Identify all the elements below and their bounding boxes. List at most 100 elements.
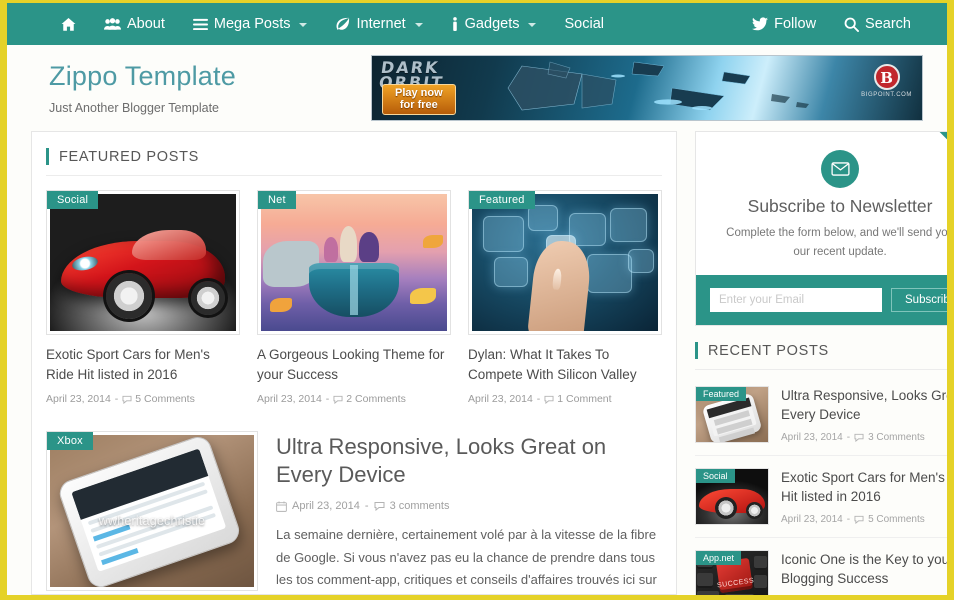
comment-count: 5 Comments — [868, 513, 925, 525]
ad-sponsor-logo: B BIGPOINT.COM — [861, 64, 912, 98]
recent-post-body: Ultra Responsive, Looks Great on Every D… — [781, 386, 947, 443]
nav-item-internet[interactable]: Internet — [321, 3, 436, 45]
section-accent-bar — [46, 148, 49, 165]
nav-item-gadgets[interactable]: Gadgets — [437, 3, 551, 45]
category-badge[interactable]: Featured — [696, 387, 747, 402]
featured-post-card: Net A Gorgeous Looking Theme for your Su… — [257, 190, 451, 405]
nav-label-mega-posts: Mega Posts — [213, 16, 291, 32]
section-accent-bar — [695, 342, 698, 360]
category-badge[interactable]: Social — [47, 191, 99, 209]
post-date: April 23, 2014 — [468, 393, 533, 406]
site-title: Zippo Template — [49, 61, 236, 92]
recent-post-thumbnail[interactable]: Social — [695, 468, 769, 526]
post-date: April 23, 2014 — [257, 393, 322, 406]
image-watermark: wwheritagechristie — [98, 514, 206, 529]
search-icon — [844, 17, 859, 32]
meta-separator: - — [364, 500, 369, 513]
recent-post-title[interactable]: Iconic One is the Key to your Blogging S… — [781, 550, 947, 588]
twitter-icon — [752, 17, 769, 31]
post-date: April 23, 2014 — [46, 393, 111, 406]
comment-count-wrap: 5 Comments — [122, 393, 195, 405]
meta-separator: - — [536, 393, 541, 406]
featured-post-thumbnail[interactable]: Net — [257, 190, 451, 335]
recent-post-thumbnail[interactable]: App.net SUCCESS — [695, 550, 769, 595]
red-sports-car-photo — [50, 194, 236, 331]
comment-count: 3 comments — [389, 500, 450, 513]
ad-cta-line1: Play now — [395, 86, 443, 99]
category-badge[interactable]: Featured — [469, 191, 535, 209]
animated-boat-movie-photo — [261, 194, 447, 331]
main-post-body: Ultra Responsive, Looks Great on Every D… — [276, 431, 662, 595]
featured-post-meta: April 23, 2014 - 5 Comments — [46, 393, 240, 405]
submit-ribbon: SUBMIT — [922, 132, 947, 191]
featured-post-title[interactable]: A Gorgeous Looking Theme for your Succes… — [257, 345, 451, 384]
featured-post-card: Featured Dylan: What It Takes To Compete… — [468, 190, 662, 405]
nav-item-about[interactable]: About — [90, 3, 179, 45]
nav-label-gadgets: Gadgets — [464, 16, 520, 32]
sponsor-name: BIGPOINT.COM — [861, 92, 912, 98]
recent-post-body: Iconic One is the Key to your Blogging S… — [781, 550, 947, 600]
finger-touch-interface-photo — [472, 194, 658, 331]
featured-post-card: Social Exotic Sport Cars for Men's Ride … — [46, 190, 240, 405]
brand-block[interactable]: Zippo Template Just Another Blogger Temp… — [49, 61, 236, 114]
nav-item-follow[interactable]: Follow — [738, 3, 830, 45]
main-column: FEATURED POSTS Social Exotic Sport Cars … — [31, 131, 677, 595]
ad-play-now-button[interactable]: Play now for free — [382, 83, 456, 115]
featured-post-title[interactable]: Exotic Sport Cars for Men's Ride Hit lis… — [46, 345, 240, 384]
featured-post-thumbnail[interactable]: Social — [46, 190, 240, 335]
email-input[interactable] — [710, 288, 882, 313]
content-area: FEATURED POSTS Social Exotic Sport Cars … — [7, 131, 947, 595]
meta-separator: - — [114, 393, 119, 406]
recent-posts-title: RECENT POSTS — [708, 342, 829, 359]
calendar-icon — [276, 501, 287, 512]
main-post-excerpt: La semaine dernière, certainement volé p… — [276, 527, 657, 595]
comment-count: 2 Comments — [346, 393, 406, 406]
comment-count: No Comments — [868, 596, 932, 600]
post-date: April 23, 2014 — [781, 513, 843, 525]
main-post: Xbox wwheritagechristie Ultra Responsive… — [46, 431, 662, 595]
page-frame: About Mega Posts Internet Gadgets Social… — [0, 0, 954, 600]
meta-separator: - — [846, 513, 851, 525]
newsletter-title: Subscribe to Newsletter — [747, 196, 933, 216]
nav-item-home[interactable] — [47, 17, 90, 32]
category-badge[interactable]: App.net — [696, 551, 742, 566]
featured-posts-heading: FEATURED POSTS — [46, 148, 662, 176]
comment-bubble-icon — [122, 395, 132, 404]
category-badge[interactable]: Social — [696, 469, 735, 484]
main-post-meta: April 23, 2014 - 3 comments — [276, 500, 662, 512]
main-navigation: About Mega Posts Internet Gadgets Social… — [7, 3, 947, 45]
featured-post-thumbnail[interactable]: Featured — [468, 190, 662, 335]
featured-post-title[interactable]: Dylan: What It Takes To Compete With Sil… — [468, 345, 662, 384]
chevron-down-icon — [528, 23, 537, 27]
meta-separator: - — [847, 596, 850, 600]
recent-post-thumbnail[interactable]: Featured — [695, 386, 769, 444]
post-date: April 23, 2014 — [781, 431, 843, 443]
ad-banner[interactable]: DARK ORBIT Play now for free B BIGPOINT.… — [371, 55, 923, 121]
recent-post-body: Exotic Sport Cars for Men's Ride Hit lis… — [781, 468, 947, 525]
nav-item-search[interactable]: Search — [830, 3, 925, 45]
comment-count-wrap: 2 Comments — [333, 393, 406, 405]
info-mobile-icon — [451, 17, 459, 31]
bars-icon — [192, 18, 208, 31]
nav-item-social[interactable]: Social — [550, 3, 618, 45]
main-post-title[interactable]: Ultra Responsive, Looks Great on Every D… — [276, 433, 662, 489]
category-badge[interactable]: Net — [258, 191, 296, 209]
recent-post-title[interactable]: Ultra Responsive, Looks Great on Every D… — [781, 386, 947, 424]
nav-label-search: Search — [865, 16, 911, 32]
subscribe-button[interactable]: Subscribe — [891, 288, 947, 313]
recent-post-title[interactable]: Exotic Sport Cars for Men's Ride Hit lis… — [781, 468, 947, 506]
meta-separator: - — [846, 431, 851, 443]
nav-item-mega-posts[interactable]: Mega Posts — [179, 3, 322, 45]
chevron-down-icon — [414, 23, 423, 27]
list-item: Social Exotic Sport Cars for Men's Ride … — [695, 456, 947, 539]
category-badge[interactable]: Xbox — [47, 432, 93, 451]
users-group-icon — [104, 17, 121, 31]
newsletter-widget: SUBMIT Subscribe to Newsletter Complete … — [695, 131, 947, 327]
white-smartphone-on-wood-photo: wwheritagechristie — [50, 435, 254, 588]
main-post-thumbnail[interactable]: Xbox wwheritagechristie — [46, 431, 258, 592]
post-date: April 23, 2014 — [292, 500, 360, 513]
list-item: Featured Ultra Responsive, Looks Great o… — [695, 374, 947, 457]
recent-post-meta: April 23, 2014 - 3 Comments — [781, 431, 947, 443]
comment-count: 1 Comment — [557, 393, 612, 406]
featured-post-meta: April 23, 2014 - 1 Comment — [468, 393, 662, 405]
